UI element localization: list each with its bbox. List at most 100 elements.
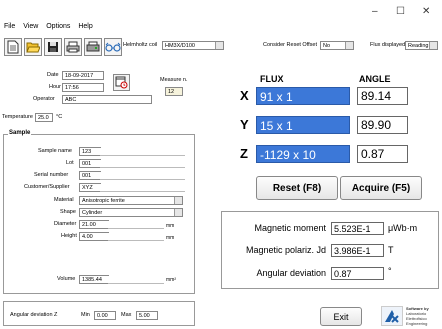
material-select[interactable]: Anisotropic ferrite — [79, 196, 183, 205]
menu-file[interactable]: File — [4, 23, 15, 30]
shape-label: Shape — [60, 209, 76, 215]
company-logo-text: Software by Laboratorio Elettrofisico En… — [406, 306, 429, 326]
measure-label: Measure n. — [160, 77, 188, 83]
axis-x-label: X — [240, 88, 249, 103]
height-label: Height — [61, 233, 77, 239]
angdev-min-field[interactable]: 0.00 — [94, 311, 116, 320]
helmholtz-select[interactable]: HM3X/D100 — [162, 41, 224, 50]
chevron-down-icon — [345, 42, 353, 49]
material-label: Material — [54, 197, 74, 203]
moment-unit: μWb·m — [388, 223, 418, 233]
polariz-field: 3.986E-1 — [331, 244, 384, 257]
flux-displayed-value: Reading — [408, 43, 429, 49]
exit-button[interactable]: Exit — [320, 307, 362, 326]
operator-field[interactable]: ABC — [62, 95, 152, 104]
serial-field[interactable]: 001 — [79, 171, 101, 180]
serial-label: Serial number — [34, 172, 69, 178]
polariz-label: Magnetic polariz. Jd — [245, 245, 326, 255]
material-value: Anisotropic ferrite — [82, 198, 125, 204]
volume-unit: mm² — [166, 277, 176, 283]
axis-y-label: Y — [240, 117, 249, 132]
menu-options[interactable]: Options — [46, 23, 70, 30]
printer-settings-icon[interactable] — [84, 38, 102, 56]
menu-bar: File View Options Help — [4, 23, 99, 30]
flux-displayed-select[interactable]: Reading — [405, 41, 438, 50]
angdev-result-unit: ° — [388, 266, 392, 276]
customer-label: Customer/Supplier — [24, 184, 70, 190]
maximize-button[interactable]: ☐ — [396, 6, 405, 17]
volume-label: Volume — [57, 276, 76, 282]
print-icon[interactable] — [64, 38, 82, 56]
temperature-label: Temperature — [2, 114, 33, 120]
sample-name-label: Sample name — [38, 148, 72, 154]
hour-field[interactable]: 17:56 — [62, 83, 104, 92]
reset-offset-label: Consider Reset Offset — [263, 42, 318, 48]
measure-field: 12 — [165, 87, 183, 96]
angdev-result-field: 0.87 — [331, 267, 384, 280]
volume-field: 1385.44 — [79, 275, 109, 284]
height-field[interactable]: 4.00 — [79, 232, 109, 241]
height-underline — [108, 240, 164, 241]
close-button[interactable]: ✕ — [422, 6, 430, 17]
lot-underline — [100, 167, 185, 168]
diameter-field[interactable]: 21.00 — [79, 220, 109, 229]
height-unit: mm — [166, 235, 175, 241]
diameter-label: Diameter — [54, 221, 77, 227]
calendar-clock-icon[interactable] — [113, 74, 130, 91]
angdev-max-field[interactable]: 5.00 — [136, 311, 158, 320]
lot-label: Lot — [66, 160, 74, 166]
operator-label: Operator — [33, 96, 55, 102]
angdev-min-label: Min — [81, 312, 90, 318]
menu-help[interactable]: Help — [78, 23, 92, 30]
sample-group-title: Sample — [8, 130, 32, 136]
reset-offset-value: No — [323, 43, 331, 49]
flux-x-field: 91 x 1 — [256, 87, 350, 105]
chevron-down-icon — [215, 42, 223, 49]
angle-y-field: 89.90 — [357, 116, 408, 134]
serial-underline — [100, 179, 185, 180]
chevron-down-icon — [429, 42, 437, 49]
angle-z-field: 0.87 — [357, 145, 408, 163]
customer-underline — [100, 191, 185, 192]
company-logo-icon — [381, 306, 403, 326]
reset-button[interactable]: Reset (F8) — [256, 176, 338, 200]
open-folder-icon[interactable] — [24, 38, 42, 56]
axis-z-label: Z — [240, 146, 248, 161]
angdev-z-label: Angular deviation Z — [10, 312, 58, 318]
save-icon[interactable] — [44, 38, 62, 56]
shape-value: Cylinder — [82, 210, 103, 216]
date-field[interactable]: 18-09-2017 — [62, 71, 104, 80]
diameter-underline — [108, 228, 164, 229]
lot-field[interactable]: 001 — [79, 159, 101, 168]
menu-view[interactable]: View — [23, 23, 38, 30]
angdev-max-label: Max — [121, 312, 132, 318]
diameter-unit: mm — [166, 223, 175, 229]
temperature-field[interactable]: 25.0 — [35, 113, 53, 122]
moment-label: Magnetic moment — [254, 223, 326, 233]
toolbar — [4, 38, 122, 56]
reset-offset-select[interactable]: No — [320, 41, 354, 50]
flux-displayed-label: Flux displayed — [370, 42, 406, 48]
date-label: Date — [47, 72, 59, 78]
helmholtz-value: HM3X/D100 — [165, 43, 195, 49]
helmholtz-label: Helmholtz coil — [123, 42, 158, 48]
angle-x-field: 89.14 — [357, 87, 408, 105]
new-document-icon[interactable] — [4, 38, 22, 56]
minimize-button[interactable]: – — [372, 6, 378, 17]
polariz-unit: T — [388, 245, 394, 255]
chevron-down-icon — [174, 197, 182, 204]
chevron-down-icon — [174, 209, 182, 216]
angdev-result-label: Angular deviation — [256, 268, 326, 278]
acquire-button[interactable]: Acquire (F5) — [340, 176, 422, 200]
flux-header: FLUX — [260, 74, 284, 84]
angle-header: ANGLE — [359, 74, 391, 84]
temperature-unit: °C — [56, 114, 63, 120]
volume-underline — [108, 283, 164, 284]
flux-y-field: 15 x 1 — [256, 116, 350, 134]
logo-line4: Engineering — [406, 321, 428, 326]
glasses-icon[interactable] — [104, 38, 122, 56]
shape-select[interactable]: Cylinder — [79, 208, 183, 217]
customer-field[interactable]: XYZ — [79, 183, 101, 192]
sample-name-field[interactable]: 123 — [79, 147, 101, 156]
hour-label: Hour — [49, 84, 61, 90]
